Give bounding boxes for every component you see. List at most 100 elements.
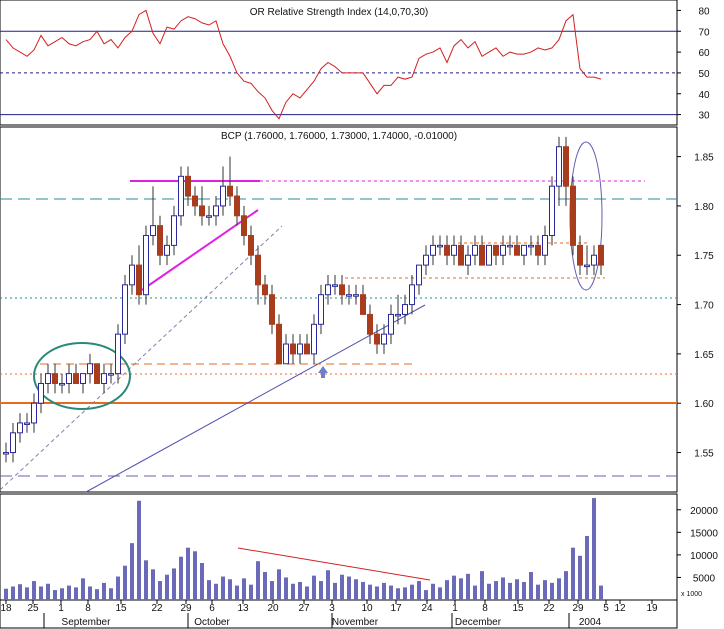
volume-tick-label: 15000	[690, 528, 718, 539]
candle-body	[479, 244, 485, 266]
candle-body	[528, 244, 534, 248]
candle-body	[535, 244, 541, 256]
candle-body	[430, 244, 436, 256]
candle-body	[276, 323, 282, 365]
volume-bar	[137, 500, 141, 600]
candle-body	[381, 333, 387, 345]
candle-body	[115, 333, 121, 375]
volume-bar	[599, 585, 603, 600]
x-day-label: 20	[267, 603, 279, 614]
volume-tick-label: 20000	[690, 506, 718, 517]
volume-bar	[522, 581, 526, 600]
volume-bar	[585, 535, 589, 600]
price-tick-label: 1.55	[694, 449, 714, 460]
volume-bar	[39, 586, 43, 600]
volume-bar	[396, 588, 400, 600]
candle-body	[3, 452, 9, 455]
x-day-label: 8	[85, 603, 91, 614]
candle-body	[458, 244, 464, 266]
price-axis: 1.55 1.60 1.65 1.70 1.75 1.80 1.85	[677, 153, 714, 460]
candle-body	[248, 235, 254, 256]
candle-body	[213, 205, 219, 217]
indicator-tick-label: 70	[698, 27, 710, 38]
x-day-label: 13	[237, 603, 249, 614]
stock-chart: OR Relative Strength Index (14,0,70,30) …	[0, 0, 718, 629]
x-day-label: 1	[58, 603, 64, 614]
volume-bar	[25, 587, 29, 600]
volume-bar	[144, 560, 148, 600]
candle-body	[31, 402, 37, 424]
price-tick-label: 1.75	[694, 251, 714, 262]
candle-body	[514, 244, 520, 256]
price-tick-label: 1.65	[694, 350, 714, 361]
candle-body	[59, 382, 65, 386]
candle-body	[591, 254, 597, 266]
candle-body	[45, 373, 51, 384]
candle-body	[521, 244, 527, 256]
candle-body	[542, 235, 548, 256]
volume-bar	[305, 586, 309, 600]
volume-bar	[340, 574, 344, 600]
candle-body	[451, 244, 457, 256]
volume-bar	[347, 576, 351, 600]
volume-bar	[571, 547, 575, 600]
volume-bar	[130, 543, 134, 600]
volume-bar	[487, 583, 491, 600]
x-month-label: November	[332, 617, 379, 628]
volume-bar	[543, 580, 547, 600]
candle-body	[241, 215, 247, 237]
volume-bar	[298, 581, 302, 600]
candle-body	[472, 244, 478, 256]
indicator-title: OR Relative Strength Index (14,0,70,30)	[250, 7, 428, 18]
volume-bar	[354, 579, 358, 600]
volume-bar	[333, 582, 337, 600]
volume-bar	[550, 582, 554, 600]
volume-bar	[578, 555, 582, 600]
candle-body	[199, 205, 205, 217]
candle-body	[94, 363, 100, 384]
volume-bar	[53, 590, 57, 600]
volume-bar	[46, 583, 50, 600]
volume-bar	[123, 565, 127, 600]
volume-bar	[536, 584, 540, 600]
volume-bar	[291, 583, 295, 600]
candle-body	[437, 244, 443, 248]
volume-tick-label: 10000	[690, 551, 718, 562]
volume-bar	[102, 582, 106, 600]
candle-body	[80, 373, 86, 384]
candle-body	[332, 284, 338, 287]
candle-body	[87, 363, 93, 375]
candle-body	[563, 146, 569, 187]
volume-bar	[221, 576, 225, 600]
volume-bar	[235, 585, 239, 600]
x-day-label: 19	[646, 603, 658, 614]
candle-body	[598, 244, 604, 266]
x-day-label: 27	[298, 603, 310, 614]
price-panel	[0, 126, 678, 493]
candle-body	[409, 284, 415, 306]
candle-body	[500, 244, 506, 256]
x-day-label: 29	[180, 603, 192, 614]
candle-body	[360, 294, 366, 315]
candle-body	[73, 373, 79, 384]
candle-body	[374, 333, 380, 345]
candle-body	[129, 264, 135, 286]
price-tick-label: 1.85	[694, 153, 714, 164]
x-day-label: 22	[543, 603, 555, 614]
candle-body	[325, 284, 331, 296]
volume-bar	[11, 586, 15, 600]
x-month-label: December	[455, 617, 502, 628]
volume-bar	[214, 583, 218, 600]
x-day-label: 24	[421, 603, 433, 614]
volume-bar	[32, 581, 36, 600]
candle-body	[164, 244, 170, 256]
candle-body	[339, 284, 345, 296]
volume-bar	[186, 547, 190, 600]
volume-bar	[284, 577, 288, 600]
volume-unit-label: x 1000	[681, 591, 702, 598]
candle-body	[185, 175, 191, 197]
candle-body	[388, 313, 394, 335]
candle-body	[108, 373, 114, 376]
candle-body	[227, 185, 233, 197]
volume-bar	[277, 569, 281, 600]
